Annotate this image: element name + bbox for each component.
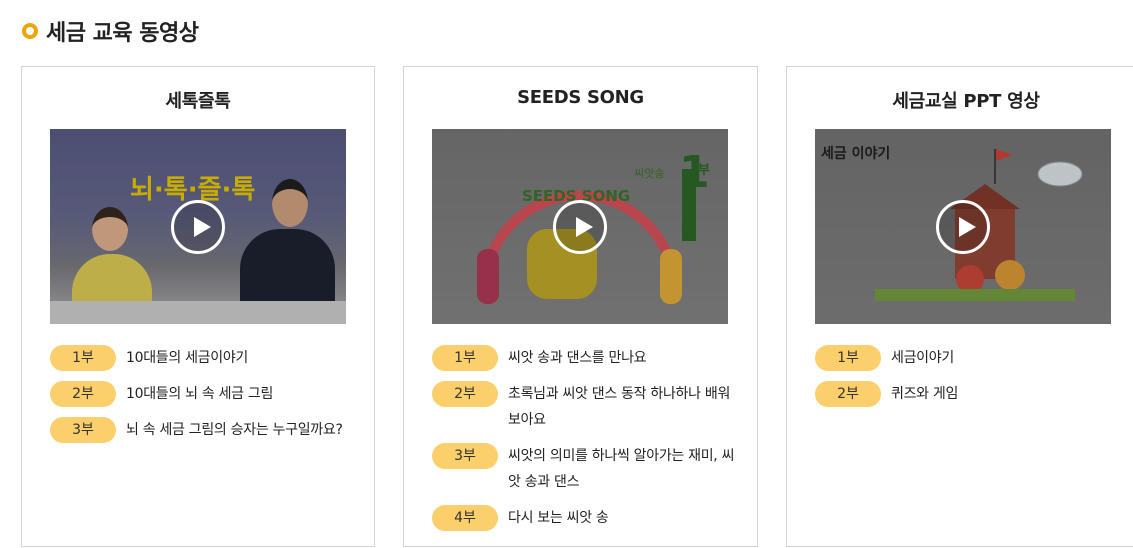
- episode-badge: 3부: [432, 443, 498, 469]
- episode-badge: 4부: [432, 505, 498, 531]
- list-item[interactable]: 3부 뇌 속 세금 그림의 승자는 누구일까요?: [50, 417, 354, 443]
- section-title: 세금 교육 동영상: [46, 21, 199, 46]
- episode-link[interactable]: 10대들의 뇌 속 세금 그림: [126, 381, 273, 407]
- video-thumbnail[interactable]: 뇌·톡·즐·톡: [50, 129, 346, 324]
- video-thumbnail[interactable]: 세금 이야기: [815, 129, 1111, 324]
- list-item[interactable]: 1부 세금이야기: [815, 345, 1125, 371]
- list-item[interactable]: 3부 씨앗의 의미를 하나씩 알아가는 재미, 씨앗 송과 댄스: [432, 443, 737, 495]
- list-item[interactable]: 2부 초록님과 씨앗 댄스 동작 하나하나 배워보아요: [432, 381, 737, 433]
- card-title: 세톡즐톡: [165, 91, 231, 112]
- card-title: 세금교실 PPT 영상: [892, 91, 1040, 112]
- episode-badge: 2부: [50, 381, 116, 407]
- list-item[interactable]: 1부 씨앗 송과 댄스를 만나요: [432, 345, 737, 371]
- episode-badge: 1부: [50, 345, 116, 371]
- episode-link[interactable]: 퀴즈와 게임: [891, 381, 958, 407]
- video-card-setok: 세톡즐톡 뇌·톡·즐·톡 1부 10대들의 세금이야기 2부 10대들의 뇌 속…: [21, 66, 375, 547]
- list-item[interactable]: 2부 퀴즈와 게임: [815, 381, 1125, 407]
- bullet-ring-icon: [22, 23, 38, 39]
- episode-link[interactable]: 뇌 속 세금 그림의 승자는 누구일까요?: [126, 417, 343, 443]
- play-icon[interactable]: [936, 199, 990, 254]
- episode-link[interactable]: 씨앗의 의미를 하나씩 알아가는 재미, 씨앗 송과 댄스: [508, 443, 737, 495]
- list-item[interactable]: 2부 10대들의 뇌 속 세금 그림: [50, 381, 354, 407]
- episode-list: 1부 씨앗 송과 댄스를 만나요 2부 초록님과 씨앗 댄스 동작 하나하나 배…: [432, 345, 737, 541]
- list-item[interactable]: 1부 10대들의 세금이야기: [50, 345, 354, 371]
- episode-badge: 2부: [815, 381, 881, 407]
- episode-link[interactable]: 씨앗 송과 댄스를 만나요: [508, 345, 647, 371]
- list-item[interactable]: 4부 다시 보는 씨앗 송: [432, 505, 737, 531]
- episode-badge: 2부: [432, 381, 498, 407]
- episode-badge: 1부: [432, 345, 498, 371]
- episode-list: 1부 10대들의 세금이야기 2부 10대들의 뇌 속 세금 그림 3부 뇌 속…: [50, 345, 354, 453]
- episode-link[interactable]: 초록님과 씨앗 댄스 동작 하나하나 배워보아요: [508, 381, 737, 433]
- video-thumbnail[interactable]: SEEDS SONG 씨앗송 1 부: [432, 129, 728, 324]
- episode-badge: 3부: [50, 417, 116, 443]
- episode-badge: 1부: [815, 345, 881, 371]
- video-card-seeds-song: SEEDS SONG SEEDS SONG 씨앗송 1 부 1부 씨앗 송과 댄…: [403, 66, 758, 547]
- video-card-tax-ppt: 세금교실 PPT 영상 세금 이야기 1부 세금이야기 2부 퀴즈와 게임: [786, 66, 1133, 547]
- play-icon[interactable]: [171, 199, 225, 254]
- episode-list: 1부 세금이야기 2부 퀴즈와 게임: [815, 345, 1125, 417]
- episode-link[interactable]: 세금이야기: [891, 345, 954, 371]
- episode-link[interactable]: 10대들의 세금이야기: [126, 345, 248, 371]
- card-title: SEEDS SONG: [517, 87, 644, 108]
- play-icon[interactable]: [553, 199, 607, 254]
- episode-link[interactable]: 다시 보는 씨앗 송: [508, 505, 609, 531]
- section-header: 세금 교육 동영상: [22, 14, 199, 48]
